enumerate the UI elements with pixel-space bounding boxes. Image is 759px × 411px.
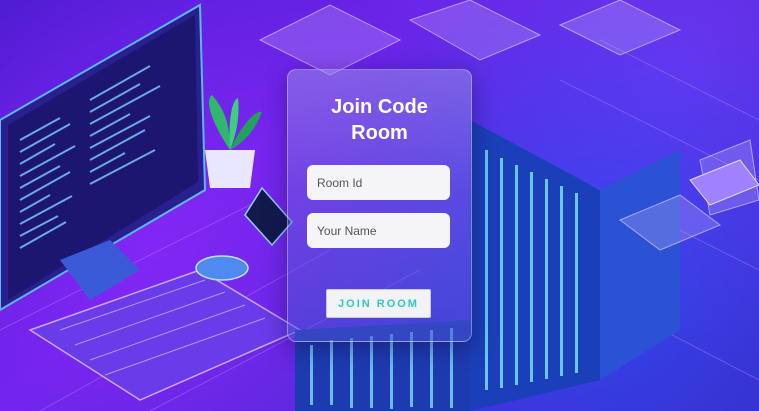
join-room-card: Join Code Room JOIN ROOM xyxy=(287,69,472,342)
phone-icon xyxy=(244,186,293,247)
mouse-icon xyxy=(195,255,249,281)
plant-icon xyxy=(205,95,262,188)
server-building-icon xyxy=(470,120,680,411)
monitor-icon xyxy=(0,3,207,312)
name-input[interactable] xyxy=(307,213,450,248)
room-id-input[interactable] xyxy=(307,165,450,200)
join-room-button[interactable]: JOIN ROOM xyxy=(326,289,431,318)
card-title: Join Code Room xyxy=(331,96,428,144)
